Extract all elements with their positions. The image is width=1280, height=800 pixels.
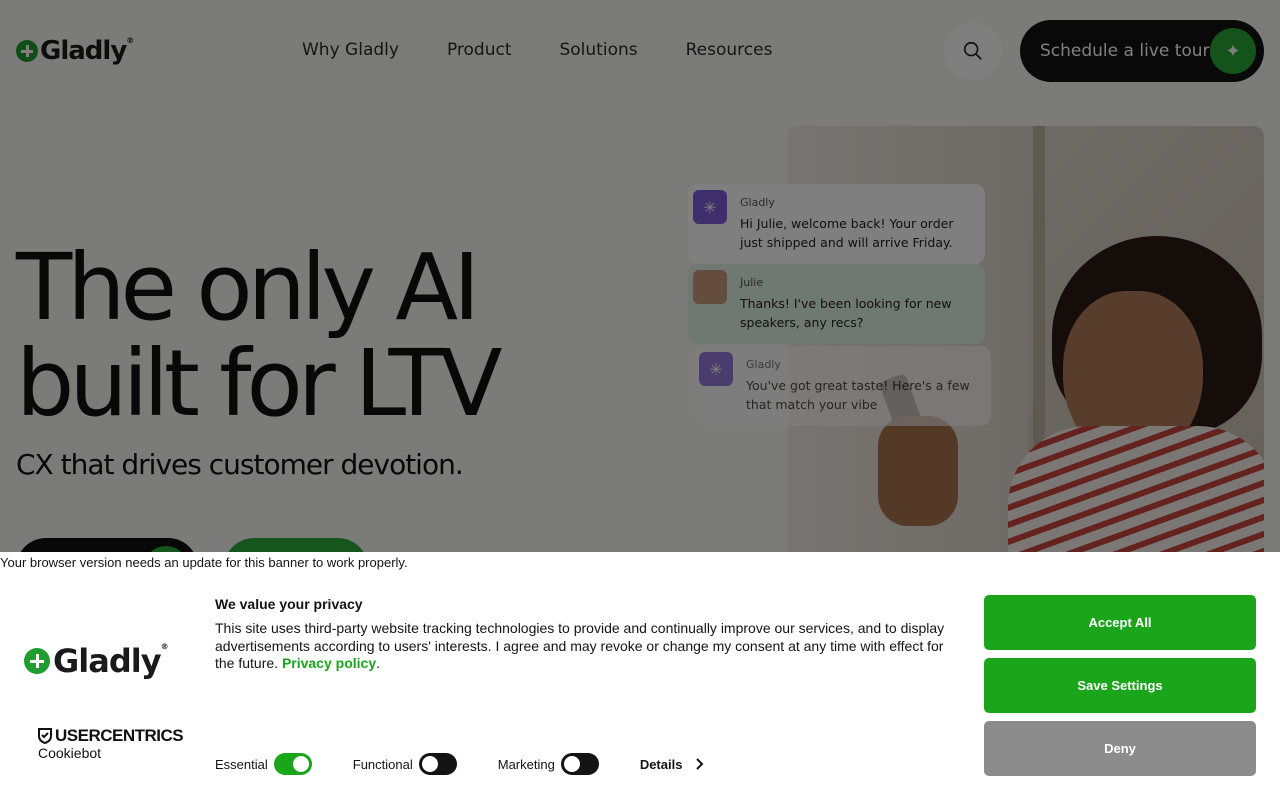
toggle-marketing-label: Marketing	[497, 756, 555, 772]
accept-all-button[interactable]: Accept All	[984, 595, 1256, 650]
toggle-essential-label: Essential	[215, 756, 268, 772]
toggle-functional: Functional	[353, 753, 457, 775]
details-label: Details	[639, 756, 683, 772]
cookie-consent-banner: Your browser version needs an update for…	[0, 552, 1280, 800]
chevron-right-icon	[696, 758, 704, 770]
cookiebot-label: Cookiebot	[38, 745, 102, 761]
banner-logo-text: Gladly®	[53, 642, 169, 680]
save-settings-button[interactable]: Save Settings	[984, 658, 1256, 713]
details-link[interactable]: Details	[640, 757, 705, 772]
shield-icon	[38, 728, 52, 744]
browser-update-notice: Your browser version needs an update for…	[0, 555, 408, 570]
toggle-functional-label: Functional	[352, 756, 413, 772]
functional-switch[interactable]	[418, 753, 457, 775]
privacy-text: This site uses third-party website track…	[215, 620, 945, 671]
cookiebot-logo[interactable]: USERCENTRICS Cookiebot	[38, 726, 184, 761]
usercentrics-label: USERCENTRICS	[55, 726, 184, 745]
banner-gladly-logo: Gladly®	[24, 642, 169, 680]
deny-button[interactable]: Deny	[984, 721, 1256, 776]
consent-toggles: Essential Functional Marketing Details	[215, 753, 704, 775]
essential-switch[interactable]	[273, 753, 312, 775]
privacy-title: We value your privacy	[215, 596, 363, 612]
gladly-plus-icon	[24, 648, 50, 674]
marketing-switch[interactable]	[560, 753, 599, 775]
toggle-marketing: Marketing	[498, 753, 599, 775]
privacy-policy-link[interactable]: Privacy policy	[282, 655, 376, 671]
toggle-essential: Essential	[215, 753, 312, 775]
